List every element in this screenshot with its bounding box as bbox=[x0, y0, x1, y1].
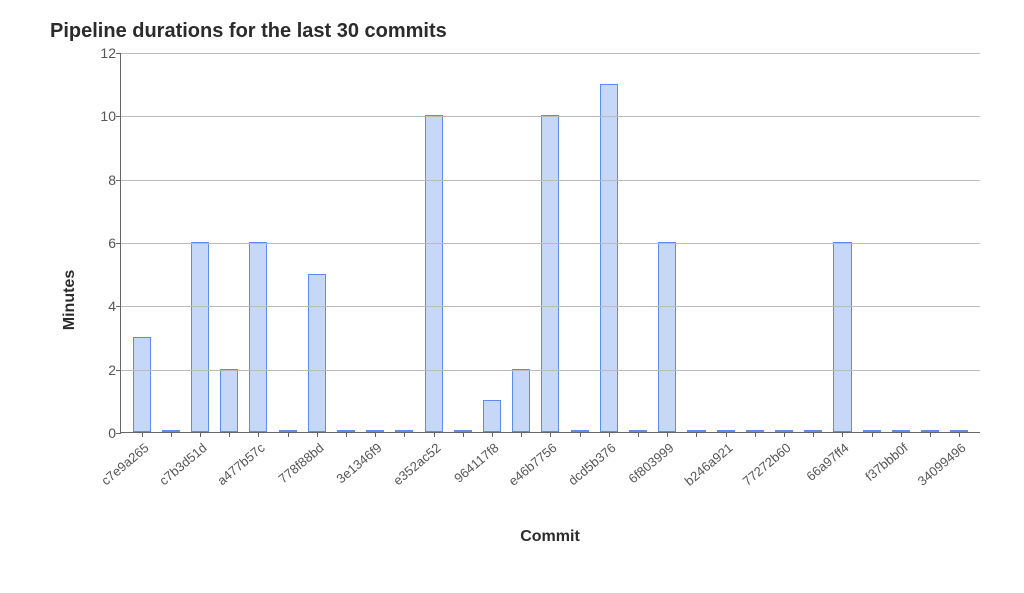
bar[interactable] bbox=[512, 369, 530, 432]
x-tick-mark bbox=[813, 432, 814, 437]
x-tick-mark bbox=[317, 432, 318, 437]
y-tick-mark bbox=[116, 370, 121, 371]
y-tick-label: 2 bbox=[86, 362, 116, 378]
y-tick-mark bbox=[116, 116, 121, 117]
x-tick-mark bbox=[200, 432, 201, 437]
bar[interactable] bbox=[425, 115, 443, 432]
y-tick-mark bbox=[116, 180, 121, 181]
y-tick-mark bbox=[116, 306, 121, 307]
x-tick-mark bbox=[696, 432, 697, 437]
x-tick-mark bbox=[667, 432, 668, 437]
x-tick-mark bbox=[346, 432, 347, 437]
chart-container: Pipeline durations for the last 30 commi… bbox=[0, 0, 1024, 566]
x-tick-mark bbox=[609, 432, 610, 437]
y-tick-label: 8 bbox=[86, 172, 116, 188]
y-axis-label: Minutes bbox=[61, 269, 79, 329]
y-tick-mark bbox=[116, 433, 121, 434]
x-tick-mark bbox=[580, 432, 581, 437]
x-tick-mark bbox=[521, 432, 522, 437]
bar[interactable] bbox=[191, 242, 209, 432]
x-tick-mark bbox=[404, 432, 405, 437]
y-tick-label: 12 bbox=[86, 45, 116, 61]
x-tick-mark bbox=[930, 432, 931, 437]
gridline bbox=[121, 306, 980, 307]
x-tick-mark bbox=[375, 432, 376, 437]
x-tick-mark bbox=[288, 432, 289, 437]
y-tick-label: 10 bbox=[86, 108, 116, 124]
bar[interactable] bbox=[220, 369, 238, 432]
x-tick-mark bbox=[550, 432, 551, 437]
x-tick-label: 34099496 bbox=[959, 403, 1013, 452]
x-axis-label: Commit bbox=[120, 528, 980, 546]
x-tick-mark bbox=[258, 432, 259, 437]
y-tick-label: 0 bbox=[86, 425, 116, 441]
bar[interactable] bbox=[483, 400, 501, 432]
plot-area: c7e9a265c7b3d51da477b57c778f88bd3e1346f9… bbox=[120, 53, 980, 433]
y-tick-mark bbox=[116, 53, 121, 54]
x-tick-mark bbox=[171, 432, 172, 437]
bar[interactable] bbox=[833, 242, 851, 432]
y-tick-label: 6 bbox=[86, 235, 116, 251]
bar[interactable] bbox=[133, 337, 151, 432]
x-tick-mark bbox=[434, 432, 435, 437]
x-tick-mark bbox=[901, 432, 902, 437]
y-tick-label: 4 bbox=[86, 298, 116, 314]
gridline bbox=[121, 180, 980, 181]
x-tick-mark bbox=[959, 432, 960, 437]
bar[interactable] bbox=[600, 84, 618, 432]
gridline bbox=[121, 53, 980, 54]
bar[interactable] bbox=[249, 242, 267, 432]
x-tick-mark bbox=[842, 432, 843, 437]
x-tick-mark bbox=[229, 432, 230, 437]
x-tick-mark bbox=[492, 432, 493, 437]
x-tick-mark bbox=[784, 432, 785, 437]
x-tick-mark bbox=[872, 432, 873, 437]
chart-area: Minutes c7e9a265c7b3d51da477b57c778f88bd… bbox=[120, 53, 984, 546]
bar[interactable] bbox=[308, 274, 326, 432]
bar[interactable] bbox=[658, 242, 676, 432]
x-tick-mark bbox=[463, 432, 464, 437]
x-tick-mark bbox=[726, 432, 727, 437]
y-tick-mark bbox=[116, 243, 121, 244]
bar[interactable] bbox=[541, 115, 559, 432]
gridline bbox=[121, 243, 980, 244]
x-tick-mark bbox=[142, 432, 143, 437]
gridline bbox=[121, 370, 980, 371]
chart-title: Pipeline durations for the last 30 commi… bbox=[50, 20, 984, 43]
x-tick-mark bbox=[638, 432, 639, 437]
x-tick-mark bbox=[755, 432, 756, 437]
gridline bbox=[121, 116, 980, 117]
